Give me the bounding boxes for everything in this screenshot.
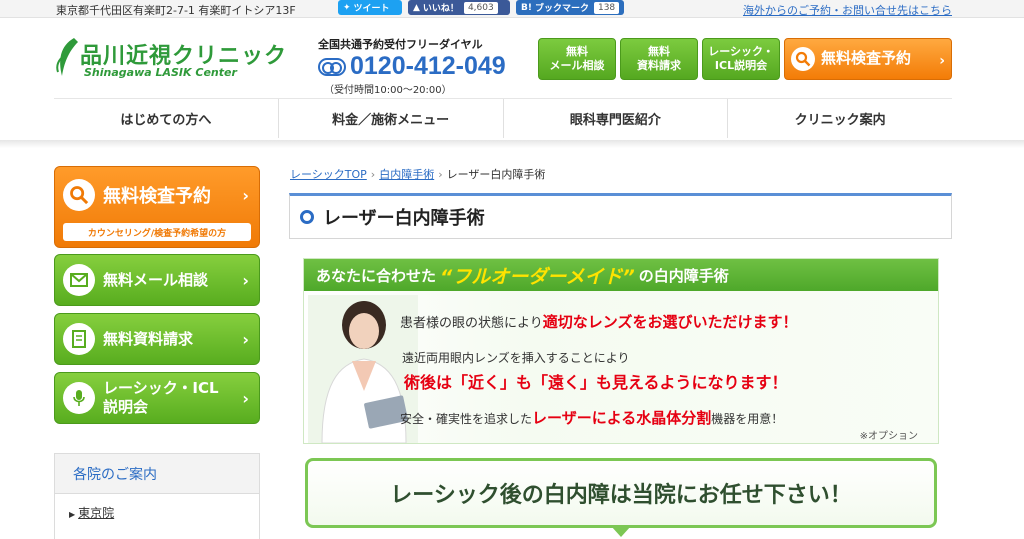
logo-subtitle: Shinagawa LASIK Center bbox=[84, 66, 237, 79]
banner-line-4-pre: 安全・確実性を追求した bbox=[400, 412, 533, 426]
chevron-right-icon: › bbox=[242, 185, 249, 205]
nav-pricing-menu[interactable]: 料金／施術メニュー bbox=[279, 99, 504, 138]
branch-item-tokyo[interactable]: ▶ 東京院 bbox=[55, 494, 259, 521]
top-info-bar: 東京都千代田区有楽町2-7-1 有楽町イトシア13F ✦ ツイート ▲ いいね！… bbox=[0, 0, 1024, 18]
banner-line-4-red: レーザーによる水晶体分割 bbox=[532, 409, 712, 427]
global-nav: はじめての方へ 料金／施術メニュー 眼科専門医紹介 クリニック案内 bbox=[54, 98, 952, 138]
clinic-address: 東京都千代田区有楽町2-7-1 有楽町イトシア13F bbox=[56, 4, 296, 17]
triangle-right-icon: ▶ bbox=[69, 510, 76, 519]
hatena-bookmark-button[interactable]: B! ブックマーク 138 bbox=[516, 0, 624, 15]
banner-line-1-red: 適切なレンズをお選びいただけます！ bbox=[542, 313, 798, 331]
branch-item-label: 東京院 bbox=[78, 506, 115, 520]
header-reserve-label: 無料検査予約 bbox=[821, 49, 912, 68]
branch-list: 各院のご案内 ▶ 東京院 bbox=[54, 453, 260, 539]
thumbs-up-icon: ▲ bbox=[413, 2, 420, 13]
nav-clinic-info[interactable]: クリニック案内 bbox=[728, 99, 952, 138]
sidebar-docs-button[interactable]: 無料資料請求 › bbox=[54, 313, 260, 365]
breadcrumb-lasik-top[interactable]: レーシックTOP bbox=[290, 168, 367, 181]
microphone-icon bbox=[63, 382, 95, 414]
facebook-like-button[interactable]: ▲ いいね！ 4,603 bbox=[408, 0, 510, 15]
banner-line-2: 遠近両用眼内レンズを挿入することにより bbox=[402, 351, 630, 365]
phone-block: 全国共通予約受付フリーダイヤル 0120-412-049 （受付時間10:00〜… bbox=[318, 36, 532, 96]
sidebar-seminar-button[interactable]: レーシック・ICL 説明会 › bbox=[54, 372, 260, 424]
banner-line-1-pre: 患者様の眼の状態により bbox=[400, 316, 543, 331]
nav-first-time[interactable]: はじめての方へ bbox=[54, 99, 279, 138]
breadcrumb-separator-icon: › bbox=[370, 168, 376, 181]
magnifier-icon bbox=[63, 179, 95, 211]
mail-icon bbox=[63, 264, 95, 296]
bookmark-count: 138 bbox=[593, 1, 620, 14]
sidebar-mail-label: 無料メール相談 bbox=[103, 270, 209, 289]
banner-head-pre: あなたに合わせた bbox=[316, 266, 437, 285]
nav-doctors[interactable]: 眼科専門医紹介 bbox=[504, 99, 729, 138]
banner-line-4-post: 機器を用意！ bbox=[711, 412, 784, 426]
bookmark-label: ブックマーク bbox=[534, 4, 589, 14]
breadcrumb: レーシックTOP › 白内障手術 › レーザー白内障手術 bbox=[290, 166, 545, 182]
hatena-b-icon: B! bbox=[521, 2, 532, 13]
header-mail-consult-button[interactable]: 無料 メール相談 bbox=[538, 38, 616, 80]
breadcrumb-current: レーザー白内障手術 bbox=[446, 168, 546, 181]
header-seminar-button[interactable]: レーシック・ ICL説明会 bbox=[702, 38, 780, 80]
banner-line-1: 患者様の眼の状態により適切なレンズをお選びいただけます！ bbox=[400, 311, 797, 332]
sidebar-mail-button[interactable]: 無料メール相談 › bbox=[54, 254, 260, 306]
page-title-box: レーザー白内障手術 bbox=[289, 193, 952, 239]
cataract-after-lasik-banner: レーシック後の白内障は当院にお任せ下さい！ bbox=[305, 458, 937, 537]
twitter-bird-icon: ✦ bbox=[343, 2, 351, 13]
document-icon bbox=[63, 323, 95, 355]
logo-leaf-icon bbox=[56, 38, 78, 76]
banner-head-post: の白内障手術 bbox=[638, 266, 729, 285]
nav-divider bbox=[0, 140, 1024, 148]
banner-head-em: “フルオーダーメイド” bbox=[440, 265, 635, 288]
page-title: レーザー白内障手術 bbox=[323, 208, 485, 229]
banner-option-note: ※オプション bbox=[859, 431, 918, 442]
chevron-right-icon: › bbox=[242, 329, 249, 349]
header-reserve-button[interactable]: 無料検査予約 › bbox=[784, 38, 952, 80]
sidebar-reserve-sub: カウンセリング/検査予約希望の方 bbox=[63, 223, 251, 241]
breadcrumb-separator-icon: › bbox=[438, 168, 443, 181]
free-dial-icon bbox=[318, 57, 346, 76]
banner-line-3: 術後は「近く」も「遠く」も見えるようになります！ bbox=[404, 373, 788, 392]
chevron-right-icon: › bbox=[242, 388, 249, 408]
phone-number[interactable]: 0120-412-049 bbox=[350, 52, 506, 81]
phone-lead-text: 全国共通予約受付フリーダイヤル bbox=[318, 38, 483, 51]
like-label: いいね！ bbox=[422, 4, 459, 14]
chevron-right-icon: › bbox=[242, 270, 249, 290]
banner-heading: あなたに合わせた “フルオーダーメイド” の白内障手術 bbox=[304, 259, 938, 291]
sidebar-reserve-button[interactable]: 無料検査予約 › カウンセリング/検査予約希望の方 bbox=[54, 166, 260, 248]
banner-line-4: 安全・確実性を追求したレーザーによる水晶体分割機器を用意！ bbox=[400, 407, 783, 428]
chevron-right-icon: › bbox=[939, 53, 945, 69]
tweet-button[interactable]: ✦ ツイート bbox=[338, 0, 402, 15]
magnifier-icon bbox=[791, 47, 815, 71]
title-circle-icon bbox=[300, 210, 314, 224]
sidebar-docs-label: 無料資料請求 bbox=[103, 329, 194, 348]
header-docs-request-button[interactable]: 無料 資料請求 bbox=[620, 38, 698, 80]
phone-hours: （受付時間10:00〜20:00） bbox=[324, 85, 452, 96]
full-order-banner: あなたに合わせた “フルオーダーメイド” の白内障手術 患者様の眼の状態により適… bbox=[303, 258, 939, 444]
sidebar-reserve-label: 無料検査予約 bbox=[103, 186, 211, 207]
breadcrumb-cataract[interactable]: 白内障手術 bbox=[379, 168, 434, 181]
tweet-label: ツイート bbox=[353, 4, 390, 14]
overseas-contact-link[interactable]: 海外からのご予約・お問い合せ先はこちら bbox=[743, 2, 952, 18]
like-count: 4,603 bbox=[463, 1, 498, 14]
site-logo[interactable]: 品川近視クリニック Shinagawa LASIK Center bbox=[54, 36, 294, 86]
branch-list-title: 各院のご案内 bbox=[55, 454, 259, 494]
sidebar-seminar-label: レーシック・ICL 説明会 bbox=[103, 379, 219, 416]
social-buttons: ✦ ツイート ▲ いいね！ 4,603 B! ブックマーク 138 bbox=[338, 0, 624, 16]
